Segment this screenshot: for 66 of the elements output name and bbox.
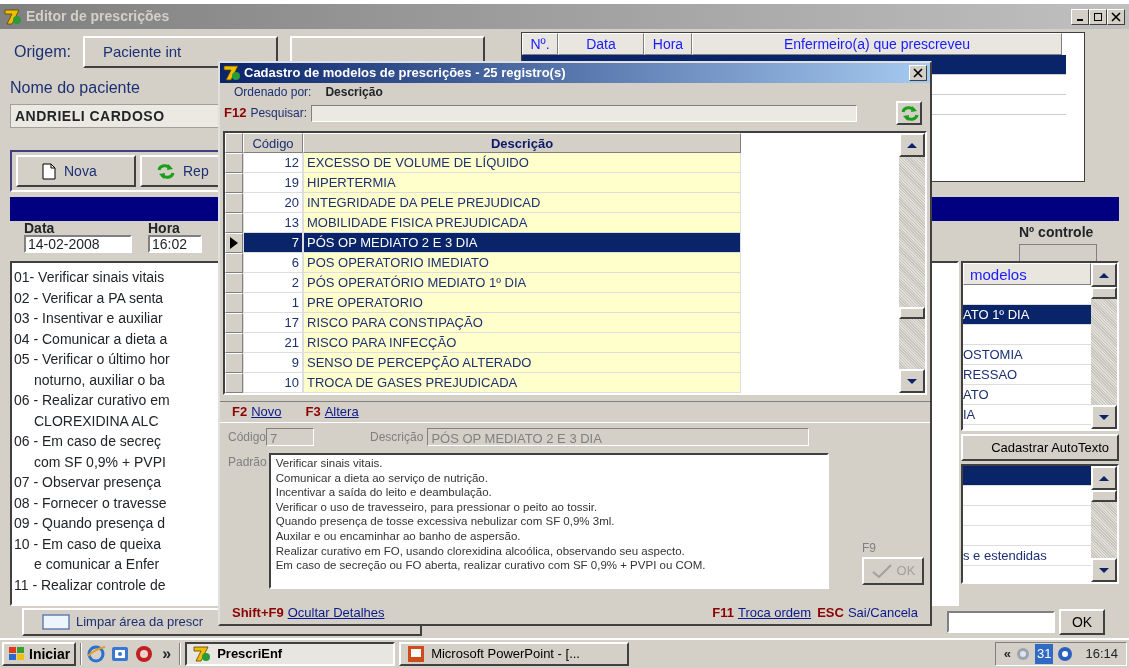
column-header: Nº. [522,33,558,55]
prescription-line: 11 - Realizar controle de [14,576,166,593]
clock: 16:14 [1085,645,1118,664]
date-label: Data [24,221,56,235]
tray-badge: 31 [1035,644,1054,664]
shortcut-key: F9 [862,539,924,557]
shortcut-key: F12 [224,103,247,123]
text-line: Em caso de secreção ou FO aberta, realizar curativo com SF 0,9% + PVPI ou COM. [275,558,707,573]
text-line: Auxilar e ou encaminhar ao banho de aspersão. [275,528,522,544]
shortcut-label: Sai/Cancela [847,604,918,623]
table-cell: POS OPERATORIO IMEDIATO [303,253,741,273]
prescription-line: 06 - Realizar curativo em [14,392,170,408]
text-line: Incentivar a saída do leito e deambulação. [275,485,493,500]
prescription-line: 08 - Fornecer o travesse [14,494,167,511]
prescription-line: 09 - Quando presença d [14,515,165,531]
table-cell: SENSO DE PERCEPÇÃO ALTERADO [303,353,741,373]
table-cell: PÓS OPERATÓRIO MEDIATO 1º DIA [303,273,741,293]
table-cell: RISCO PARA INFECÇÃO [303,333,741,353]
prescription-line: 02 - Verificar a PA senta [14,289,164,306]
prescription-line: 03 - Insentivar e auxiliar [14,310,163,326]
origin-label: Origem: [13,42,71,62]
table-cell: HIPERTERMIA [303,173,741,193]
text-line: Verificar sinais vitais. [275,456,384,471]
patient-label: Nome do paciente [10,78,140,98]
text-line: Quando presença de tosse excessiva nebulizar com SF 0,9% 3ml. [275,514,616,529]
prescription-line: 07 - Observar presença [14,474,162,490]
sort-label: Ordenado por: [234,84,312,101]
table-cell: 7 [243,233,303,253]
table-cell: PÓS OP MEDIATO 2 E 3 DIA [303,233,741,253]
prescription-line: 05 - Verificar o último hor [14,351,170,367]
shortcut-key: ESC [817,603,844,623]
text-line: Realizar curativo em FO, usando clorexidina alcoólica, observando seu aspecto. [275,543,686,559]
table-cell: PRE OPERATORIO [303,293,741,313]
prescription-line: CLOREXIDINA ALC [34,412,159,429]
window-title: Editor de prescrições [26,7,170,26]
prescription-line: 10 - Em caso de queixa [14,535,162,552]
control-label: Nº controle [1019,223,1095,239]
prescription-line: 04 - Comunicar a dieta a [14,330,168,347]
table-cell: MOBILIDADE FISICA PREJUDICADA [303,213,741,233]
column-header: Enfermeiro(a) que prescreveu [692,33,1062,55]
shortcut-key: F2 [232,402,248,422]
default-label: Padrão [228,454,267,471]
shortcut-key: F3 [305,402,321,422]
prescription-line: 06 - Em caso de secreç [14,433,162,449]
text-line: Verificar o uso de travesseiro, para pressionar o peito ao tossir. [275,499,599,515]
description-label: Descrição [369,429,424,446]
column-header: modelos [963,263,1091,285]
prescription-line: e comunicar a Enfer [34,556,160,572]
column-header: Data [558,33,644,55]
prescription-line: com SF 0,9% + PVPI [34,453,166,470]
table-cell: EXCESSO DE VOLUME DE LÍQUIDO [303,153,741,173]
table-cell: INTEGRIDADE DA PELE PREJUDICAD [303,193,741,213]
prescription-line: 01- Verificar sinais vitais [14,269,165,285]
column-header: Hora [644,33,692,55]
shortcut-key: Shift+F9 [232,603,284,623]
time-label: Hora [148,221,181,235]
code-label: Código [228,429,267,446]
column-header: Código [243,133,303,153]
prescription-line: noturno, auxiliar o ba [34,371,165,388]
column-header: Descrição [303,133,741,153]
search-label: Pesquisar: [250,105,308,122]
table-cell: TROCA DE GASES PREJUDICADA [303,373,741,393]
table-cell: RISCO PARA CONSTIPAÇÃO [303,313,741,333]
text-line: Comunicar a dieta ao serviço de nutrição. [275,470,489,486]
sort-value: Descrição [325,84,383,101]
shortcut-key: F11 [712,603,734,623]
